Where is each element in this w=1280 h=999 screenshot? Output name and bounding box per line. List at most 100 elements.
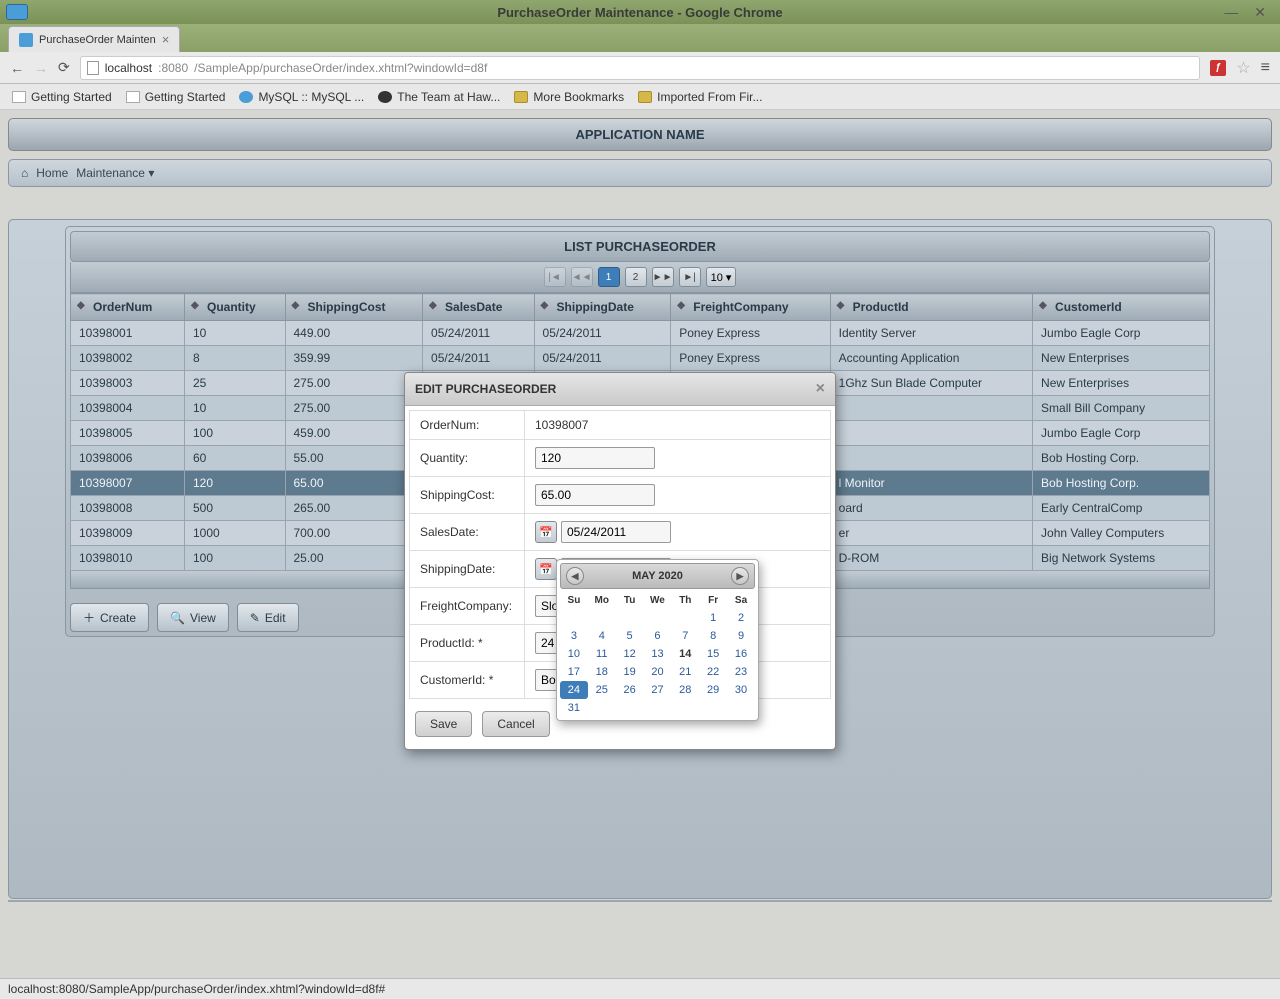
day-cell[interactable]: 27 bbox=[644, 681, 672, 699]
bookmarks-bar: Getting Started Getting Started MySQL ::… bbox=[0, 84, 1280, 110]
col-quantity[interactable]: ◆Quantity bbox=[184, 294, 285, 321]
day-cell[interactable]: 7 bbox=[671, 627, 699, 645]
col-shippingdate[interactable]: ◆ShippingDate bbox=[534, 294, 671, 321]
table-row[interactable]: 103980028359.9905/24/201105/24/2011Poney… bbox=[71, 346, 1210, 371]
reload-icon[interactable]: ⟳ bbox=[58, 59, 70, 76]
day-cell[interactable]: 23 bbox=[727, 663, 755, 681]
bookmark-item[interactable]: Getting Started bbox=[12, 90, 112, 104]
edit-button[interactable]: ✎Edit bbox=[237, 603, 299, 632]
dialog-header[interactable]: EDIT PURCHASEORDER × bbox=[405, 373, 835, 406]
prev-month-button[interactable]: ◀ bbox=[566, 567, 584, 585]
day-header: We bbox=[644, 592, 672, 609]
day-cell[interactable]: 18 bbox=[588, 663, 616, 681]
bookmark-label: Imported From Fir... bbox=[657, 90, 762, 104]
cell-freightcompany: Poney Express bbox=[671, 346, 830, 371]
cell-shippingcost: 55.00 bbox=[285, 446, 423, 471]
bookmark-item[interactable]: More Bookmarks bbox=[514, 90, 624, 104]
shippingcost-input[interactable] bbox=[535, 484, 655, 506]
day-cell[interactable]: 29 bbox=[699, 681, 727, 699]
day-cell[interactable]: 16 bbox=[727, 645, 755, 663]
bookmark-item[interactable]: Imported From Fir... bbox=[638, 90, 762, 104]
day-cell[interactable]: 10 bbox=[560, 645, 588, 663]
cell-productid: er bbox=[830, 521, 1032, 546]
window-titlebar: PurchaseOrder Maintenance - Google Chrom… bbox=[0, 0, 1280, 24]
col-customerid[interactable]: ◆CustomerId bbox=[1033, 294, 1210, 321]
close-icon[interactable]: × bbox=[162, 32, 170, 47]
datepicker-header: ◀ MAY 2020 ▶ bbox=[560, 563, 755, 589]
day-cell[interactable]: 31 bbox=[560, 699, 588, 717]
day-cell[interactable]: 30 bbox=[727, 681, 755, 699]
bookmark-star-icon[interactable]: ☆ bbox=[1236, 58, 1250, 78]
footer-separator bbox=[8, 900, 1272, 902]
day-cell[interactable]: 25 bbox=[588, 681, 616, 699]
cell-quantity: 120 bbox=[184, 471, 285, 496]
day-cell[interactable]: 26 bbox=[616, 681, 644, 699]
close-icon[interactable]: × bbox=[816, 380, 825, 398]
day-cell[interactable]: 1 bbox=[699, 609, 727, 627]
value-ordernum: 10398007 bbox=[525, 411, 831, 440]
datepicker-grid: Su Mo Tu We Th Fr Sa .....12 3456789 101… bbox=[560, 592, 755, 717]
day-cell[interactable]: 6 bbox=[644, 627, 672, 645]
col-productid[interactable]: ◆ProductId bbox=[830, 294, 1032, 321]
col-shippingcost[interactable]: ◆ShippingCost bbox=[285, 294, 423, 321]
breadcrumb-maintenance[interactable]: Maintenance ▾ bbox=[76, 166, 154, 180]
day-cell-selected[interactable]: 24 bbox=[560, 681, 588, 699]
col-freightcompany[interactable]: ◆FreightCompany bbox=[671, 294, 830, 321]
bookmark-item[interactable]: MySQL :: MySQL ... bbox=[239, 90, 364, 104]
browser-tab[interactable]: PurchaseOrder Mainten × bbox=[8, 26, 180, 52]
day-cell[interactable]: 8 bbox=[699, 627, 727, 645]
sort-icon: ◆ bbox=[677, 300, 685, 311]
calendar-icon[interactable]: 📅 bbox=[535, 521, 557, 543]
day-cell[interactable]: 22 bbox=[699, 663, 727, 681]
day-cell[interactable]: 19 bbox=[616, 663, 644, 681]
day-cell[interactable]: 20 bbox=[644, 663, 672, 681]
next-month-button[interactable]: ▶ bbox=[731, 567, 749, 585]
create-button[interactable]: ＋Create bbox=[70, 603, 149, 632]
chevron-down-icon: ▾ bbox=[148, 166, 154, 180]
back-icon[interactable]: ← bbox=[10, 60, 24, 76]
calendar-icon[interactable]: 📅 bbox=[535, 558, 557, 580]
salesdate-input[interactable] bbox=[561, 521, 671, 543]
breadcrumb-home[interactable]: Home bbox=[36, 166, 68, 180]
cell-ordernum: 10398002 bbox=[71, 346, 185, 371]
day-cell[interactable]: 15 bbox=[699, 645, 727, 663]
day-cell[interactable]: 11 bbox=[588, 645, 616, 663]
url-bar[interactable]: localhost:8080/SampleApp/purchaseOrder/i… bbox=[80, 56, 1201, 80]
page-button-2[interactable]: 2 bbox=[625, 267, 647, 287]
day-cell[interactable]: 28 bbox=[671, 681, 699, 699]
day-cell[interactable]: 21 bbox=[671, 663, 699, 681]
bookmark-item[interactable]: Getting Started bbox=[126, 90, 226, 104]
browser-menu-icon[interactable]: ≡ bbox=[1261, 59, 1270, 77]
day-cell[interactable]: 12 bbox=[616, 645, 644, 663]
last-page-button[interactable]: ►| bbox=[679, 267, 701, 287]
day-cell[interactable]: 17 bbox=[560, 663, 588, 681]
save-button[interactable]: Save bbox=[415, 711, 472, 737]
view-button[interactable]: 🔍View bbox=[157, 603, 229, 632]
home-icon[interactable]: ⌂ bbox=[21, 166, 28, 180]
table-row[interactable]: 1039800110449.0005/24/201105/24/2011Pone… bbox=[71, 321, 1210, 346]
cell-quantity: 25 bbox=[184, 371, 285, 396]
col-ordernum[interactable]: ◆OrderNum bbox=[71, 294, 185, 321]
status-text: localhost:8080/SampleApp/purchaseOrder/i… bbox=[8, 982, 385, 996]
cell-shippingcost: 459.00 bbox=[285, 421, 423, 446]
day-cell[interactable]: 13 bbox=[644, 645, 672, 663]
cell-shippingdate: 05/24/2011 bbox=[534, 346, 671, 371]
label-customerid: CustomerId: * bbox=[410, 662, 525, 699]
cell-customerid: New Enterprises bbox=[1033, 346, 1210, 371]
day-cell[interactable]: 9 bbox=[727, 627, 755, 645]
next-page-button[interactable]: ►► bbox=[652, 267, 674, 287]
col-salesdate[interactable]: ◆SalesDate bbox=[423, 294, 535, 321]
cancel-button[interactable]: Cancel bbox=[482, 711, 549, 737]
day-cell[interactable]: 2 bbox=[727, 609, 755, 627]
page-button-1[interactable]: 1 bbox=[598, 267, 620, 287]
bookmark-item[interactable]: The Team at Haw... bbox=[378, 90, 500, 104]
page-size-select[interactable]: 10 ▾ bbox=[706, 267, 737, 287]
day-cell[interactable]: 3 bbox=[560, 627, 588, 645]
quantity-input[interactable] bbox=[535, 447, 655, 469]
cell-productid: D-ROM bbox=[830, 546, 1032, 571]
day-cell[interactable]: 4 bbox=[588, 627, 616, 645]
mysql-icon bbox=[239, 91, 253, 103]
day-cell[interactable]: 5 bbox=[616, 627, 644, 645]
day-cell-today[interactable]: 14 bbox=[671, 645, 699, 663]
flash-icon[interactable]: ƒ bbox=[1210, 60, 1226, 76]
